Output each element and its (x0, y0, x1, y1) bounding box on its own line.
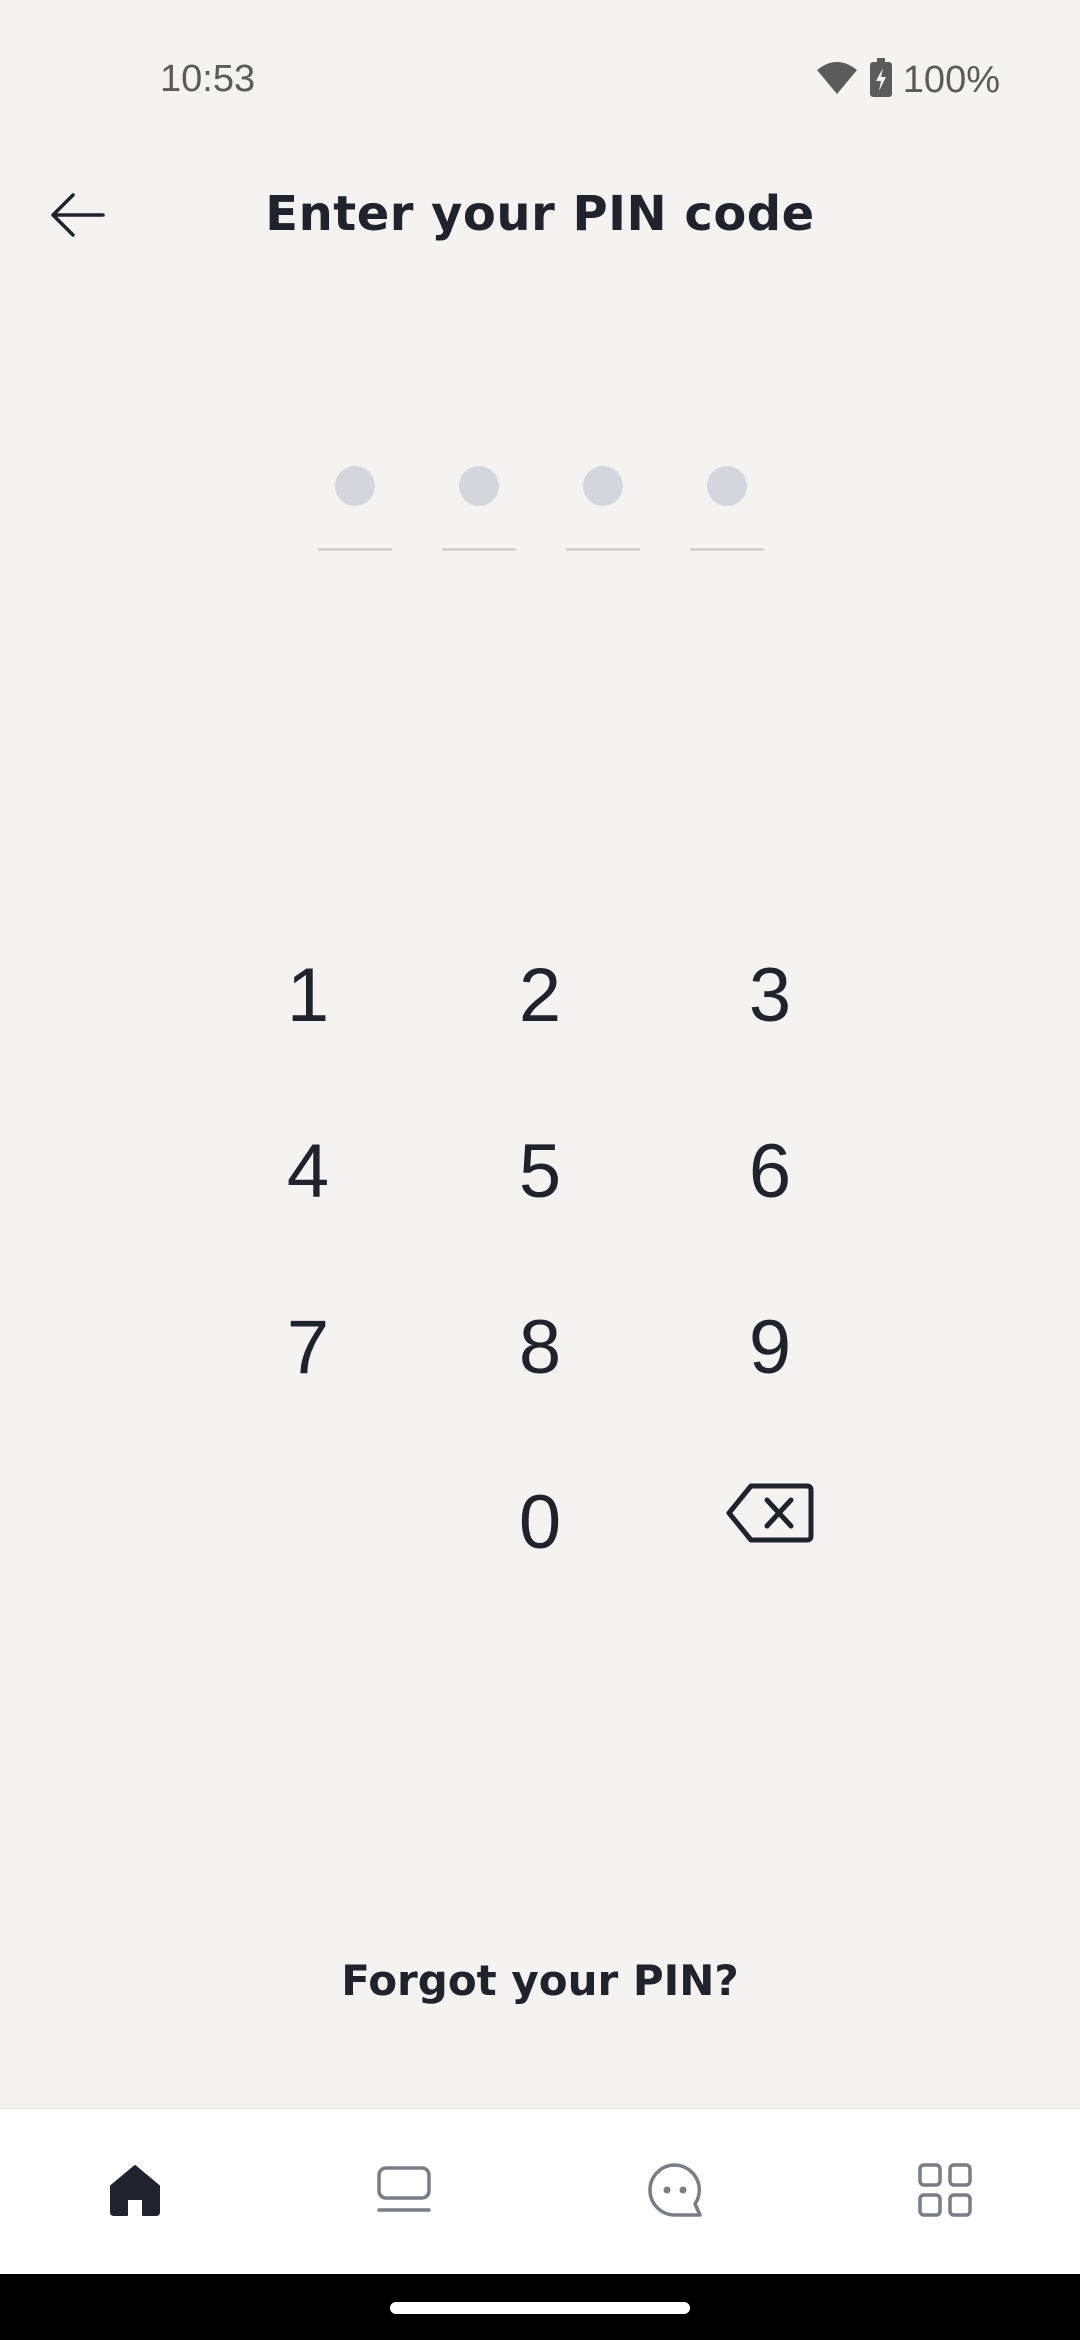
key-5[interactable]: 5 (460, 1106, 620, 1236)
nav-card[interactable] (324, 2109, 484, 2275)
pin-slot-1 (318, 458, 392, 554)
forgot-pin-link[interactable]: Forgot your PIN? (0, 1956, 1080, 2005)
pin-slot-3 (566, 458, 640, 554)
key-7[interactable]: 7 (228, 1282, 388, 1412)
status-time: 10:53 (160, 58, 256, 100)
backspace-icon (725, 1475, 815, 1562)
key-1[interactable]: 1 (228, 930, 388, 1060)
pin-indicator (0, 458, 1080, 558)
pin-slot-2 (442, 458, 516, 554)
pin-slot-4 (690, 458, 764, 554)
key-9[interactable]: 9 (690, 1282, 850, 1412)
status-icons: 100% (815, 58, 1000, 102)
wifi-icon (815, 60, 859, 100)
pin-dot (335, 466, 375, 506)
key-0[interactable]: 0 (460, 1457, 620, 1587)
key-4[interactable]: 4 (228, 1106, 388, 1236)
nav-home[interactable] (55, 2109, 215, 2275)
key-6[interactable]: 6 (690, 1106, 850, 1236)
pin-dot (707, 466, 747, 506)
key-3[interactable]: 3 (690, 930, 850, 1060)
page-title: Enter your PIN code (265, 186, 815, 242)
pin-dot (583, 466, 623, 506)
bottom-nav (0, 2108, 1080, 2275)
home-icon (107, 2162, 163, 2222)
status-bar: 10:53 100% (0, 0, 1080, 160)
pin-underline (442, 548, 516, 551)
pin-underline (566, 548, 640, 551)
pin-dot (459, 466, 499, 506)
card-icon (375, 2164, 433, 2220)
backspace-button[interactable] (690, 1453, 850, 1583)
nav-more[interactable] (865, 2109, 1025, 2275)
key-8[interactable]: 8 (460, 1282, 620, 1412)
gesture-bar (0, 2274, 1080, 2340)
grid-icon (916, 2161, 974, 2223)
battery-charging-icon (869, 58, 893, 102)
home-gesture-handle[interactable] (390, 2302, 690, 2314)
chat-icon (646, 2161, 704, 2223)
pin-underline (318, 548, 392, 551)
nav-chat[interactable] (595, 2109, 755, 2275)
pin-underline (690, 548, 764, 551)
battery-percent: 100% (902, 58, 1000, 101)
header: Enter your PIN code (0, 170, 1080, 260)
key-2[interactable]: 2 (460, 930, 620, 1060)
